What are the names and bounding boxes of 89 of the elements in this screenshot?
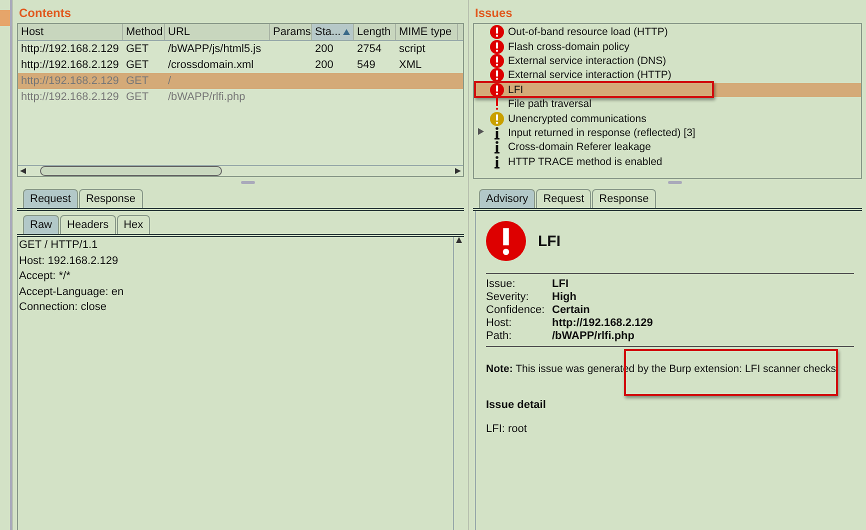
- scroll-right-icon[interactable]: [455, 168, 461, 174]
- table-cell: GET: [126, 75, 149, 87]
- tab[interactable]: Hex: [116, 215, 150, 234]
- tab[interactable]: Response: [592, 189, 656, 208]
- table-cell: XML: [399, 59, 422, 71]
- column-header[interactable]: URL: [165, 24, 270, 40]
- issue-item[interactable]: Input returned in response (reflected) [3]: [474, 126, 861, 140]
- table-cell: /bWAPP/js/html5.js: [168, 43, 262, 55]
- field-value: High: [552, 291, 578, 303]
- request-line: Connection: close: [19, 301, 108, 316]
- panel-title: Contents: [19, 6, 72, 20]
- request-line: Accept-Language: en: [19, 286, 125, 300]
- field-label: Issue:: [486, 278, 516, 290]
- column-header[interactable]: MIME type: [396, 24, 458, 40]
- issue-item[interactable]: LFI: [474, 82, 861, 97]
- field-label: Severity:: [486, 291, 530, 303]
- field-label: Host:: [486, 317, 513, 329]
- tab[interactable]: Raw: [23, 215, 60, 234]
- request-line: Host: 192.168.2.129: [19, 254, 120, 269]
- table-row[interactable]: http://192.168.2.129 GET /bWAPP/js/html5.js 200 2754 script: [18, 41, 463, 57]
- table-cell: 200: [315, 43, 334, 55]
- table-cell: 2754: [357, 43, 382, 55]
- issue-label: File path traversal: [508, 98, 592, 110]
- scrollbar-thumb[interactable]: [40, 166, 222, 176]
- expand-arrow-icon[interactable]: [478, 128, 484, 136]
- column-header[interactable]: Method: [123, 24, 165, 40]
- field-value: http://192.168.2.129: [552, 317, 654, 329]
- table-cell: http://192.168.2.129: [21, 75, 119, 87]
- issue-item[interactable]: HTTP TRACE method is enabled: [474, 154, 861, 169]
- issue-item[interactable]: External service interaction (DNS): [474, 54, 861, 68]
- tab[interactable]: Headers: [60, 215, 116, 234]
- issue-label: Cross-domain Referer leakage: [508, 141, 651, 154]
- table-cell: script: [399, 43, 426, 55]
- panel-tab-edge: [0, 10, 10, 26]
- issue-item[interactable]: File path traversal: [474, 96, 861, 112]
- table-cell: http://192.168.2.129: [21, 91, 119, 103]
- table-cell: 200: [315, 59, 334, 71]
- vertical-scrollbar[interactable]: [453, 237, 464, 530]
- exclamation-circle-icon: [490, 112, 504, 126]
- column-header[interactable]: Sta...: [312, 24, 354, 40]
- table-cell: 549: [357, 59, 376, 71]
- issue-label: External service interaction (HTTP): [508, 69, 672, 82]
- table-cell: GET: [126, 43, 149, 55]
- field-label: Confidence:: [486, 304, 546, 316]
- tab[interactable]: Advisory: [479, 189, 536, 208]
- table-cell: GET: [126, 91, 149, 103]
- request-line: Accept: */*: [19, 270, 72, 284]
- exclamation-circle-icon: [490, 25, 504, 40]
- scroll-left-icon[interactable]: [20, 168, 26, 174]
- exclamation-circle-icon: [486, 221, 526, 261]
- table-row[interactable]: http://192.168.2.129 GET /crossdomain.xml 200 549 XML: [18, 57, 463, 73]
- issue-item[interactable]: Flash cross-domain policy: [474, 39, 861, 54]
- issue-label: HTTP TRACE method is enabled: [508, 156, 662, 168]
- column-header[interactable]: Length: [354, 24, 396, 40]
- field-value: /bWAPP/rlfi.php: [552, 330, 636, 342]
- tab[interactable]: Request: [536, 189, 592, 208]
- column-header[interactable]: Host: [18, 24, 123, 40]
- issue-item[interactable]: External service interaction (HTTP): [474, 68, 861, 83]
- issue-item[interactable]: Out-of-band resource load (HTTP): [474, 25, 861, 40]
- detail-text: LFI: root: [486, 423, 528, 435]
- request-line: GET / HTTP/1.1: [19, 239, 99, 253]
- sort-arrow-icon: [343, 29, 350, 35]
- table-cell: http://192.168.2.129: [21, 59, 119, 71]
- issue-item[interactable]: Unencrypted communications: [474, 111, 861, 126]
- exclamation-circle-icon: [490, 68, 504, 82]
- exclamation-circle-icon: [490, 40, 504, 54]
- tab[interactable]: Request: [23, 189, 78, 208]
- field-value: Certain: [552, 304, 591, 316]
- exclamation-circle-icon: [490, 82, 504, 97]
- exclamation-circle-icon: [490, 54, 504, 68]
- issue-label: LFI: [508, 84, 524, 96]
- tab[interactable]: Response: [78, 189, 143, 208]
- field-label: Path:: [486, 330, 513, 342]
- issue-label: Input returned in response (reflected) [3]: [508, 126, 696, 139]
- advisory-title: LFI: [538, 232, 560, 250]
- issue-label: Unencrypted communications: [508, 112, 646, 125]
- table-cell: http://192.168.2.129: [21, 43, 119, 55]
- issue-item[interactable]: Cross-domain Referer leakage: [474, 140, 861, 155]
- issue-label: External service interaction (DNS): [508, 54, 666, 67]
- section-heading: Issue detail: [486, 399, 547, 411]
- table-cell: /bWAPP/rlfi.php: [168, 91, 246, 103]
- field-value: LFI: [552, 278, 570, 290]
- issue-label: Out-of-band resource load (HTTP): [508, 26, 668, 38]
- panel-title: Issues: [475, 6, 514, 20]
- table-cell: /: [168, 75, 172, 87]
- scroll-up-icon[interactable]: [456, 237, 462, 243]
- issue-label: Flash cross-domain policy: [508, 40, 630, 53]
- table-cell: GET: [126, 59, 149, 71]
- table-cell: /crossdomain.xml: [168, 59, 254, 71]
